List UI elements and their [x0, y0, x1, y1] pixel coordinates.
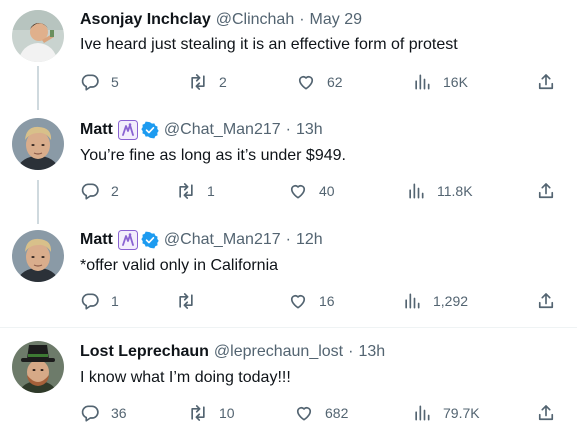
- author-handle[interactable]: @Clinchah: [216, 11, 295, 29]
- reply-button[interactable]: 5: [80, 72, 119, 92]
- avatar[interactable]: [12, 230, 64, 282]
- author-name[interactable]: Lost Leprechaun: [80, 343, 209, 361]
- share-icon: [538, 293, 554, 309]
- tweet-header: Matt @Chat_Man217 · 12h: [80, 229, 323, 251]
- retweet-icon: [179, 293, 193, 309]
- views-icon: [415, 405, 430, 421]
- reply-button[interactable]: 2: [80, 181, 119, 201]
- reply-count: 2: [111, 183, 119, 199]
- tweet-actions: 36 10 682 79.7K: [80, 403, 560, 423]
- share-icon: [538, 74, 554, 90]
- views-icon: [409, 183, 424, 199]
- reply-count: 36: [111, 405, 127, 421]
- tweet-time[interactable]: 13h: [296, 121, 323, 139]
- share-button[interactable]: [536, 72, 556, 92]
- like-count: 40: [319, 183, 335, 199]
- tweet-text: Ive heard just stealing it is an effecti…: [80, 36, 458, 53]
- retweet-count: 10: [219, 405, 235, 421]
- retweet-count: 1: [207, 183, 215, 199]
- share-icon: [538, 183, 554, 199]
- tweet-header: Lost Leprechaun @leprechaun_lost · 13h: [80, 341, 385, 363]
- like-button[interactable]: 62: [296, 72, 343, 92]
- author-name[interactable]: Matt: [80, 121, 113, 139]
- share-button[interactable]: [536, 403, 556, 423]
- tweet-time[interactable]: 13h: [358, 343, 385, 361]
- share-icon: [538, 405, 554, 421]
- retweet-button[interactable]: 10: [188, 403, 235, 423]
- views-count: 11.8K: [437, 183, 473, 199]
- retweet-icon: [191, 405, 205, 421]
- author-handle[interactable]: @Chat_Man217: [164, 121, 281, 139]
- like-icon: [298, 75, 314, 90]
- views-count: 1,292: [433, 293, 469, 309]
- reply-button[interactable]: 36: [80, 403, 127, 423]
- views-button[interactable]: 79.7K: [412, 403, 480, 423]
- separator-dot: ·: [299, 11, 305, 28]
- like-button[interactable]: 40: [288, 181, 335, 201]
- reply-button[interactable]: 1: [80, 291, 119, 311]
- retweet-button[interactable]: 2: [188, 72, 227, 92]
- reply-count: 1: [111, 293, 119, 309]
- thread-line: [37, 66, 39, 110]
- tweet-time[interactable]: May 29: [310, 11, 362, 29]
- views-button[interactable]: 1,292: [402, 291, 468, 311]
- tweet-time[interactable]: 12h: [296, 231, 323, 249]
- avatar[interactable]: [12, 10, 64, 62]
- separator-dot: ·: [348, 343, 354, 360]
- like-count: 62: [327, 74, 343, 90]
- retweet-button[interactable]: [176, 291, 207, 311]
- tweet-header: Matt @Chat_Man217 · 13h: [80, 119, 323, 141]
- author-handle[interactable]: @leprechaun_lost: [214, 343, 343, 361]
- views-count: 79.7K: [443, 405, 480, 421]
- views-icon: [415, 74, 430, 90]
- reply-icon: [81, 405, 99, 422]
- retweet-icon: [191, 74, 205, 90]
- like-count: 16: [319, 293, 335, 309]
- reply-icon: [81, 183, 99, 200]
- verified-icon[interactable]: [141, 231, 159, 249]
- views-button[interactable]: 11.8K: [406, 181, 473, 201]
- reply-count: 5: [111, 74, 119, 90]
- affiliate-badge-icon[interactable]: [117, 230, 138, 250]
- tweet-divider: [0, 327, 577, 328]
- tweet-actions: 2 1 40 11.8K: [80, 181, 560, 201]
- like-count: 682: [325, 405, 349, 421]
- like-button[interactable]: 682: [294, 403, 348, 423]
- author-name[interactable]: Asonjay Inchclay: [80, 11, 211, 29]
- like-icon: [290, 184, 306, 199]
- views-count: 16K: [443, 74, 468, 90]
- retweet-count: 2: [219, 74, 227, 90]
- separator-dot: ·: [285, 121, 291, 138]
- like-icon: [296, 406, 312, 421]
- views-button[interactable]: 16K: [412, 72, 468, 92]
- retweet-icon: [179, 183, 193, 199]
- avatar[interactable]: [12, 341, 64, 393]
- separator-dot: ·: [285, 231, 291, 248]
- tweet-text: I know what I’m doing today!!!: [80, 369, 291, 386]
- affiliate-badge-icon[interactable]: [117, 120, 138, 140]
- tweet-text: *offer valid only in California: [80, 257, 279, 274]
- author-handle[interactable]: @Chat_Man217: [164, 231, 281, 249]
- verified-icon[interactable]: [141, 121, 159, 139]
- views-icon: [405, 293, 420, 309]
- share-button[interactable]: [536, 291, 556, 311]
- reply-icon: [81, 74, 99, 91]
- author-name[interactable]: Matt: [80, 231, 113, 249]
- share-button[interactable]: [536, 181, 556, 201]
- reply-icon: [81, 293, 99, 310]
- tweet-actions: 1 16 1,292: [80, 291, 560, 311]
- avatar[interactable]: [12, 118, 64, 170]
- like-icon: [290, 294, 306, 309]
- tweet-text: You’re fine as long as it’s under $949.: [80, 147, 346, 164]
- tweet-actions: 5 2 62 16K: [80, 72, 560, 92]
- retweet-button[interactable]: 1: [176, 181, 215, 201]
- like-button[interactable]: 16: [288, 291, 335, 311]
- tweet-header: Asonjay Inchclay @Clinchah · May 29: [80, 9, 362, 31]
- thread-line: [37, 180, 39, 224]
